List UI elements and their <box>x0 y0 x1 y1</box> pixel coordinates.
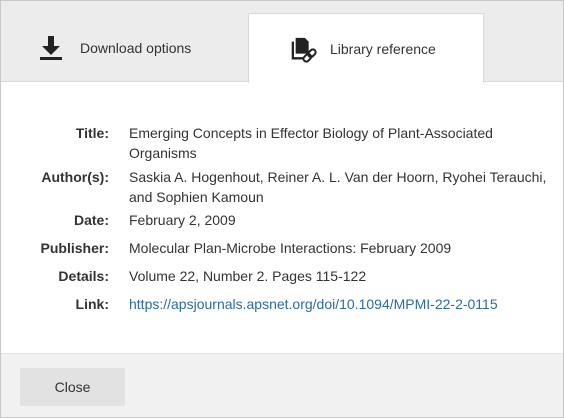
title-line-2: Organisms <box>129 145 197 161</box>
link-label: Link: <box>75 296 109 312</box>
title-row: Title: Emerging Concepts in Effector Bio… <box>1 123 563 161</box>
publisher-row: Publisher: Molecular Plan-Microbe Intera… <box>1 238 563 258</box>
publisher-value: Molecular Plan-Microbe Interactions: Feb… <box>129 240 452 256</box>
tab-download-options[interactable]: Download options <box>1 13 248 82</box>
link-row: Link: https://apsjournals.apsnet.org/doi… <box>1 294 563 314</box>
authors-line-2: and Sophien Kamoun <box>129 189 264 205</box>
authors-label: Author(s): <box>41 169 109 185</box>
authors-row: Author(s): Saskia A. Hogenhout, Reiner A… <box>1 167 563 205</box>
authors-line-1: Saskia A. Hogenhout, Reiner A. L. Van de… <box>129 169 547 185</box>
reference-details: Title: Emerging Concepts in Effector Bio… <box>1 83 563 353</box>
document-link-icon <box>291 35 317 63</box>
date-value: February 2, 2009 <box>129 212 236 228</box>
title-label: Title: <box>75 125 109 141</box>
publisher-label: Publisher: <box>40 240 109 256</box>
dialog-footer: Close <box>1 353 563 417</box>
library-reference-dialog: Download options Library reference Title… <box>0 0 564 418</box>
details-label: Details: <box>58 268 109 284</box>
title-line-1: Emerging Concepts in Effector Biology of… <box>129 125 493 141</box>
tab-library-reference[interactable]: Library reference <box>248 13 484 83</box>
doi-link[interactable]: https://apsjournals.apsnet.org/doi/10.10… <box>129 294 555 314</box>
title-value: Emerging Concepts in Effector Biology of… <box>129 123 555 163</box>
date-label: Date: <box>73 212 109 228</box>
details-row: Details: Volume 22, Number 2. Pages 115-… <box>1 266 563 286</box>
date-row: Date: February 2, 2009 <box>1 210 563 230</box>
details-value: Volume 22, Number 2. Pages 115-122 <box>129 268 367 284</box>
tab-download-label: Download options <box>80 39 192 56</box>
tab-bar: Download options Library reference <box>1 1 563 83</box>
authors-value: Saskia A. Hogenhout, Reiner A. L. Van de… <box>129 167 555 207</box>
download-icon <box>38 34 64 62</box>
tab-library-label: Library reference <box>330 40 436 57</box>
close-button[interactable]: Close <box>20 368 125 406</box>
